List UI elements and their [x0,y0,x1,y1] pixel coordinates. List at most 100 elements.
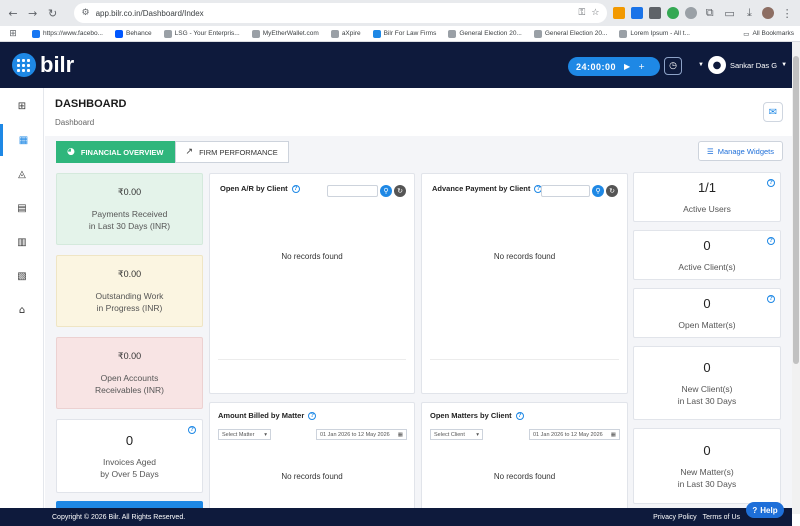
download-icon[interactable]: ⤓ [742,6,756,20]
count-label: in Last 30 Days [677,395,737,406]
sidebar-item-documents[interactable]: ▥ [0,226,44,258]
address-bar[interactable]: ⚙ app.bilr.co.in/Dashboard/Index ⚿ ☆ [73,3,608,23]
site-info-icon[interactable]: ⚙ [82,8,90,18]
help-icon[interactable]: ? [767,295,775,303]
bookmark-item[interactable]: General Election 20... [448,29,522,38]
search-input[interactable] [327,185,378,197]
add-icon[interactable]: + [638,62,645,71]
count-value: 0 [703,359,711,375]
timer-display: 24:00:00 [576,61,617,72]
more-icon[interactable]: ⋮ [780,6,794,20]
calendar-icon[interactable]: ▦ [398,432,403,438]
search-icon[interactable]: ⚲ [592,185,604,197]
back-icon[interactable]: ← [6,6,20,20]
bookmark-item[interactable]: https://www.facebo... [32,29,103,38]
page-title: DASHBOARD [55,98,127,110]
feedback-icon[interactable]: ✉ [763,102,783,122]
bookmark-item[interactable]: Lorem Ipsum - All t... [619,29,690,38]
forward-icon[interactable]: → [26,6,40,20]
amount-billed-widget: Amount Billed by Matter ? Select Matter … [209,402,415,514]
help-icon[interactable]: ? [515,411,524,420]
extension-icon[interactable] [631,7,644,19]
outstanding-work-card: ₹0.00 Outstanding Work in Progress (INR) [56,255,203,327]
help-icon[interactable]: ? [291,184,300,193]
sidebar-item-firm[interactable]: ⌂ [0,294,44,326]
user-avatar-icon: ● [707,56,726,74]
open-receivables-card: ₹0.00 Open Accounts Receivables (INR) [56,337,203,409]
terms-link[interactable]: Terms of Us [703,514,740,521]
help-button[interactable]: ? Help [746,502,784,518]
stat-label: in Last 30 Days (INR) [88,220,171,231]
open-matters-widget: Open Matters by Client ? Select Client ▾… [421,402,628,514]
key-icon[interactable]: ⚿ [579,8,586,18]
question-icon: ? [752,505,758,515]
user-name: Sankar Das G [729,60,778,70]
bilr-logo[interactable]: bilr [12,52,74,78]
star-icon[interactable]: ☆ [591,8,599,18]
count-label: New Matter(s) [680,466,734,477]
tab-firm-performance[interactable]: ↗ FIRM PERFORMANCE [174,141,289,163]
reset-icon[interactable]: ↻ [606,185,618,197]
bookmarks-bar: ⊞ https://www.facebo... Behance LSG - Yo… [0,26,800,42]
bookmark-item[interactable]: MyEtherWallet.com [251,29,319,38]
stat-label: Open Accounts [100,372,159,383]
manage-widgets-button[interactable]: ☰ Manage Widgets [698,141,784,161]
invoices-aged-card: ? 0 Invoices Aged by Over 5 Days [56,419,203,493]
extension-icon[interactable] [613,7,626,19]
billing-icon: ▧ [17,270,27,282]
bookmark-item[interactable]: aXpire [330,29,361,38]
pie-icon: ◕ [67,147,75,157]
date-range-input[interactable]: 01 Jan 2026 to 12 May 2026 ▦ [529,429,620,440]
calendar-icon[interactable]: ▦ [611,432,616,438]
help-icon[interactable]: ? [767,237,775,245]
sidebar-item-billing[interactable]: ▧ [0,260,44,292]
sidepanel-icon[interactable]: ▭ [723,6,737,20]
help-icon[interactable]: ? [188,426,196,434]
bookmark-item[interactable]: Bilr For Law Firms [372,29,436,38]
search-input[interactable] [541,185,590,197]
bookmark-item[interactable]: Behance [114,29,152,38]
reset-icon[interactable]: ↻ [394,185,406,197]
stat-label: by Over 5 Days [100,468,159,479]
widget-title: Advance Payment by Client ? [432,184,543,193]
privacy-policy-link[interactable]: Privacy Policy [653,514,697,521]
date-range-input[interactable]: 01 Jan 2026 to 12 May 2026 ▦ [316,429,407,440]
tab-financial-overview[interactable]: ◕ FINANCIAL OVERVIEW [56,141,175,163]
extension-icon[interactable] [684,7,697,19]
client-select[interactable]: Select Client ▾ [430,429,483,440]
caret-icon: ▼ [698,62,704,68]
extension-icon[interactable] [649,7,662,19]
play-icon[interactable]: ▶ [624,62,630,71]
sidebar-item-dashboard[interactable]: ▦ [0,124,44,156]
all-bookmarks[interactable]: ▭ All Bookmarks [743,30,794,38]
count-label: in Last 30 Days [677,478,737,489]
breadcrumb[interactable]: Dashboard [55,118,94,127]
help-icon[interactable]: ? [767,179,775,187]
empty-state: No records found [281,252,343,261]
empty-state: No records found [281,472,343,481]
apps-icon[interactable]: ⊞ [6,27,20,41]
sidebar-item-new[interactable]: ⊞ [0,90,44,122]
sidebar-item-clients[interactable]: ◬ [0,158,44,190]
bookmark-item[interactable]: General Election 20... [533,29,607,38]
chevron-down-icon: ▼ [781,62,788,68]
profile-avatar[interactable] [762,7,775,19]
list-icon: ☰ [707,146,714,156]
help-icon[interactable]: ? [308,411,317,420]
divider [430,359,619,360]
page-scrollbar[interactable] [792,42,800,514]
user-menu[interactable]: ▼ ● Sankar Das G ▼ [698,56,787,74]
extension-icon[interactable] [667,7,679,19]
scrollbar-thumb[interactable] [793,56,799,364]
folder-icon: ▭ [743,29,750,38]
puzzle-icon[interactable]: ⧉ [703,6,717,20]
stat-label: Outstanding Work [95,290,164,301]
matter-select[interactable]: Select Matter ▾ [218,429,271,440]
search-icon[interactable]: ⚲ [380,185,392,197]
footer: Copyright © 2026 Bilr. All Rights Reserv… [0,508,792,526]
sidebar-item-calendar[interactable]: ▤ [0,192,44,224]
divider [218,359,406,360]
reload-icon[interactable]: ↻ [46,6,60,20]
timesheet-icon[interactable]: ◷ [664,57,682,75]
bookmark-item[interactable]: LSG - Your Enterpris... [163,29,240,38]
